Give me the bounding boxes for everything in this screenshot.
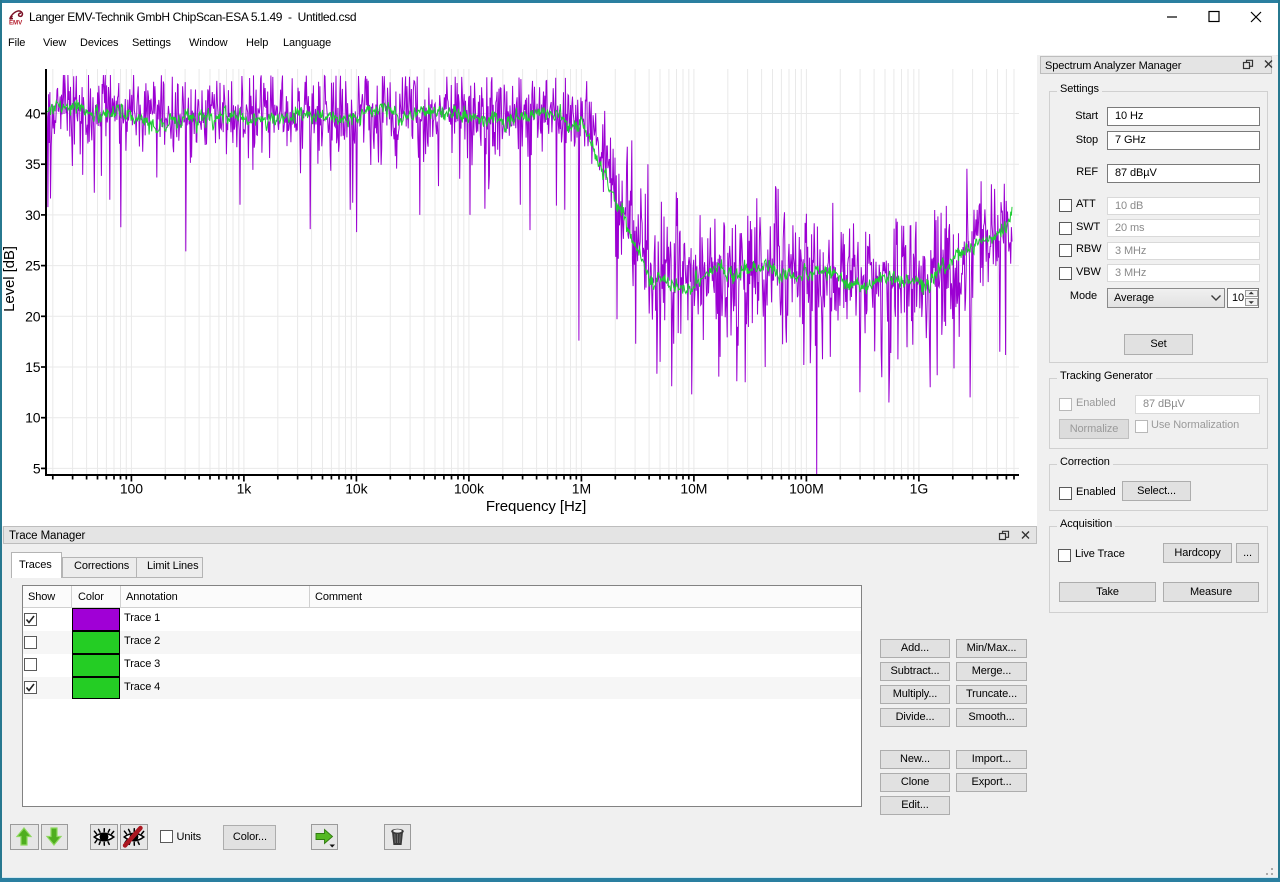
- svg-text:15: 15: [25, 359, 41, 375]
- svg-text:1G: 1G: [910, 481, 928, 497]
- svg-text:100k: 100k: [454, 481, 485, 497]
- svg-text:30: 30: [25, 207, 41, 223]
- svg-text:10: 10: [25, 410, 41, 426]
- svg-text:Frequency [Hz]: Frequency [Hz]: [486, 498, 586, 515]
- svg-text:35: 35: [25, 156, 41, 172]
- svg-text:100: 100: [120, 481, 143, 497]
- svg-text:10k: 10k: [345, 481, 368, 497]
- svg-text:Level [dB]: Level [dB]: [1, 246, 18, 312]
- svg-text:1M: 1M: [572, 481, 591, 497]
- svg-text:10M: 10M: [680, 481, 707, 497]
- svg-text:5: 5: [33, 460, 41, 476]
- svg-text:40: 40: [25, 106, 41, 122]
- svg-text:1k: 1k: [237, 481, 253, 497]
- svg-text:25: 25: [25, 258, 41, 274]
- svg-text:20: 20: [25, 308, 41, 324]
- svg-text:100M: 100M: [789, 481, 824, 497]
